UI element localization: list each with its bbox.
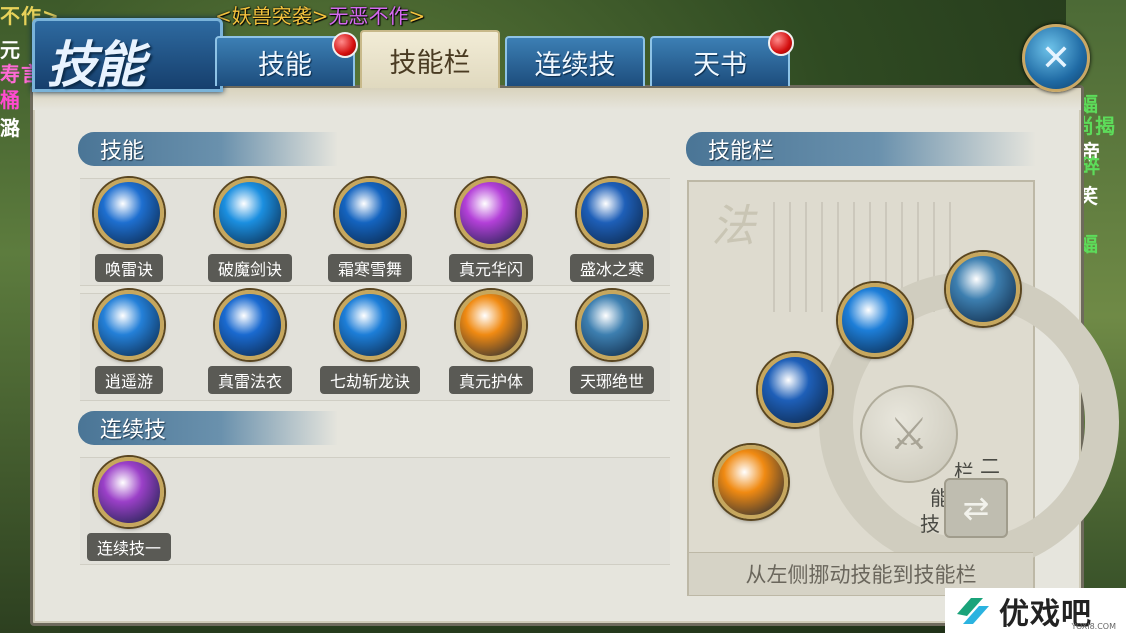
skill-item[interactable]: 唤雷诀: [79, 178, 179, 282]
vortex-icon: [335, 178, 405, 248]
section-header-skill-bar: 技能栏: [686, 132, 1036, 166]
skill-name: 盛冰之寒: [569, 254, 654, 282]
shield-ring-icon: [718, 449, 784, 515]
skill-item[interactable]: 七劫斩龙诀: [320, 290, 421, 394]
skill-name: 破魔剑诀: [207, 254, 292, 282]
logo-mark-icon: [953, 594, 993, 628]
sword-icon: ⚔: [889, 408, 929, 460]
bg-text: 潞: [0, 116, 21, 140]
window-title-block: 技能: [32, 18, 223, 94]
ice-crystal-icon: [577, 178, 647, 248]
taiji-icon: [577, 290, 647, 360]
bg-text: 桶: [0, 88, 21, 112]
skill-item[interactable]: 真元华闪: [441, 178, 541, 282]
section-header-combo: 连续技: [78, 411, 338, 445]
skill-name: 逍遥游: [94, 366, 163, 394]
notification-dot-icon: [768, 30, 794, 56]
tab-combo[interactable]: 连续技: [505, 36, 645, 86]
skill-bar-slot[interactable]: [838, 283, 912, 357]
wind-icon: [94, 290, 164, 360]
switch-bar-button[interactable]: ⇄: [944, 478, 1008, 538]
skill-item[interactable]: 破魔剑诀: [200, 178, 300, 282]
skill-name: 真元华闪: [448, 254, 533, 282]
shield-ring-icon: [456, 290, 526, 360]
window-title: 技能: [47, 35, 145, 94]
skill-name: 真元护体: [448, 366, 533, 394]
blade-fall-icon: [335, 290, 405, 360]
section-header-skills: 技能: [78, 132, 338, 166]
skill-item[interactable]: 霜寒雪舞: [320, 178, 420, 282]
close-button[interactable]: ✕: [1022, 24, 1090, 92]
skill-bar-slot[interactable]: [758, 353, 832, 427]
skill-item[interactable]: 盛冰之寒: [562, 178, 662, 282]
skill-item[interactable]: 连续技一: [79, 457, 179, 561]
lightning-icon: [94, 178, 164, 248]
skill-name: 唤雷诀: [94, 254, 163, 282]
skill-item[interactable]: 真雷法衣: [200, 290, 300, 394]
ice-crystal-icon: [762, 357, 828, 423]
attack-button[interactable]: ⚔: [860, 385, 958, 483]
skill-bar-slot[interactable]: [946, 252, 1020, 326]
swap-arrows-icon: ⇄: [962, 489, 990, 527]
crystal-combo-icon: [94, 457, 164, 527]
skill-name: 霜寒雪舞: [327, 254, 412, 282]
site-logo: 优戏吧 YOXI8.COM: [945, 588, 1126, 633]
switch-label: 二: [980, 454, 1000, 478]
flash-icon: [456, 178, 526, 248]
skill-name: 天琊绝世: [569, 366, 654, 394]
skill-name: 七劫斩龙诀: [320, 366, 421, 394]
close-icon: ✕: [1040, 37, 1072, 79]
skill-name: 连续技一: [86, 533, 171, 561]
skill-item[interactable]: 天琊绝世: [562, 290, 662, 394]
skill-name: 真雷法衣: [207, 366, 292, 394]
switch-label: 技: [920, 512, 940, 536]
skill-bar-slot[interactable]: [714, 445, 788, 519]
notification-dot-icon: [332, 32, 358, 58]
sword-beam-icon: [215, 178, 285, 248]
skill-item[interactable]: 真元护体: [441, 290, 541, 394]
blade-fall-icon: [842, 287, 908, 353]
logo-subtext: YOXI8.COM: [1071, 622, 1117, 631]
tab-skill-bar[interactable]: 技能栏: [360, 30, 500, 88]
skill-item[interactable]: 逍遥游: [79, 290, 179, 394]
world-announcement: <妖兽突袭>无恶不作>: [215, 4, 426, 28]
thunder-robe-icon: [215, 290, 285, 360]
decorative-character: 法: [711, 201, 755, 252]
taiji-icon: [950, 256, 1016, 322]
